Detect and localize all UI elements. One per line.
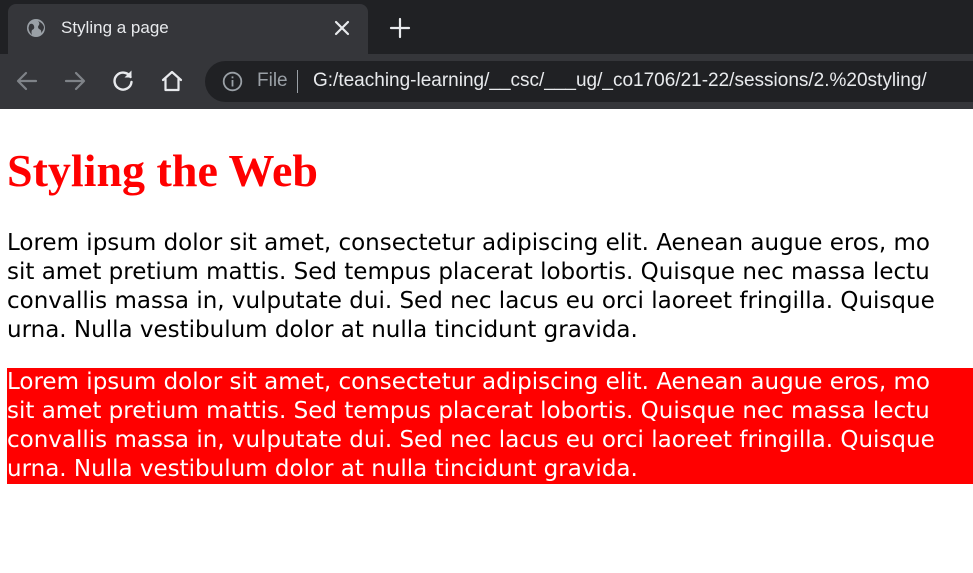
close-icon[interactable] <box>332 18 352 38</box>
url-text[interactable]: G:/teaching-learning/__csc/___ug/_co1706… <box>313 70 927 92</box>
address-divider <box>297 70 298 93</box>
tab-title: Styling a page <box>61 18 169 37</box>
paragraph-line: Lorem ipsum dolor sit amet, consectetur … <box>7 369 930 395</box>
paragraph-line: convallis massa in, vulputate dui. Sed n… <box>7 288 935 314</box>
paragraph-line: sit amet pretium mattis. Sed tempus plac… <box>7 259 930 285</box>
paragraph-line: convallis massa in, vulputate dui. Sed n… <box>7 427 935 453</box>
address-bar[interactable]: File G:/teaching-learning/__csc/___ug/_c… <box>205 61 973 102</box>
paragraph-line: Lorem ipsum dolor sit amet, consectetur … <box>7 230 930 256</box>
page-heading: Styling the Web <box>7 145 318 196</box>
browser-toolbar: File G:/teaching-learning/__csc/___ug/_c… <box>0 54 973 109</box>
paragraph-line: urna. Nulla vestibulum dolor at nulla ti… <box>7 317 638 343</box>
info-icon[interactable] <box>222 71 243 92</box>
highlighted-paragraph: Lorem ipsum dolor sit amet, consectetur … <box>7 368 973 484</box>
forward-arrow-icon[interactable] <box>62 68 88 94</box>
scheme-label: File <box>257 70 288 91</box>
tab-styling-a-page[interactable]: Styling a page <box>8 4 368 54</box>
reload-icon[interactable] <box>110 68 136 94</box>
new-tab-plus-icon[interactable] <box>389 17 411 39</box>
home-icon[interactable] <box>159 68 185 94</box>
page-viewport: Styling the Web Lorem ipsum dolor sit am… <box>0 109 973 573</box>
paragraph-line: sit amet pretium mattis. Sed tempus plac… <box>7 398 930 424</box>
paragraph-line: urna. Nulla vestibulum dolor at nulla ti… <box>7 456 638 482</box>
tab-strip: Styling a page <box>0 0 973 54</box>
back-arrow-icon[interactable] <box>14 68 40 94</box>
globe-icon <box>27 19 45 37</box>
plain-paragraph: Lorem ipsum dolor sit amet, consectetur … <box>7 229 973 345</box>
